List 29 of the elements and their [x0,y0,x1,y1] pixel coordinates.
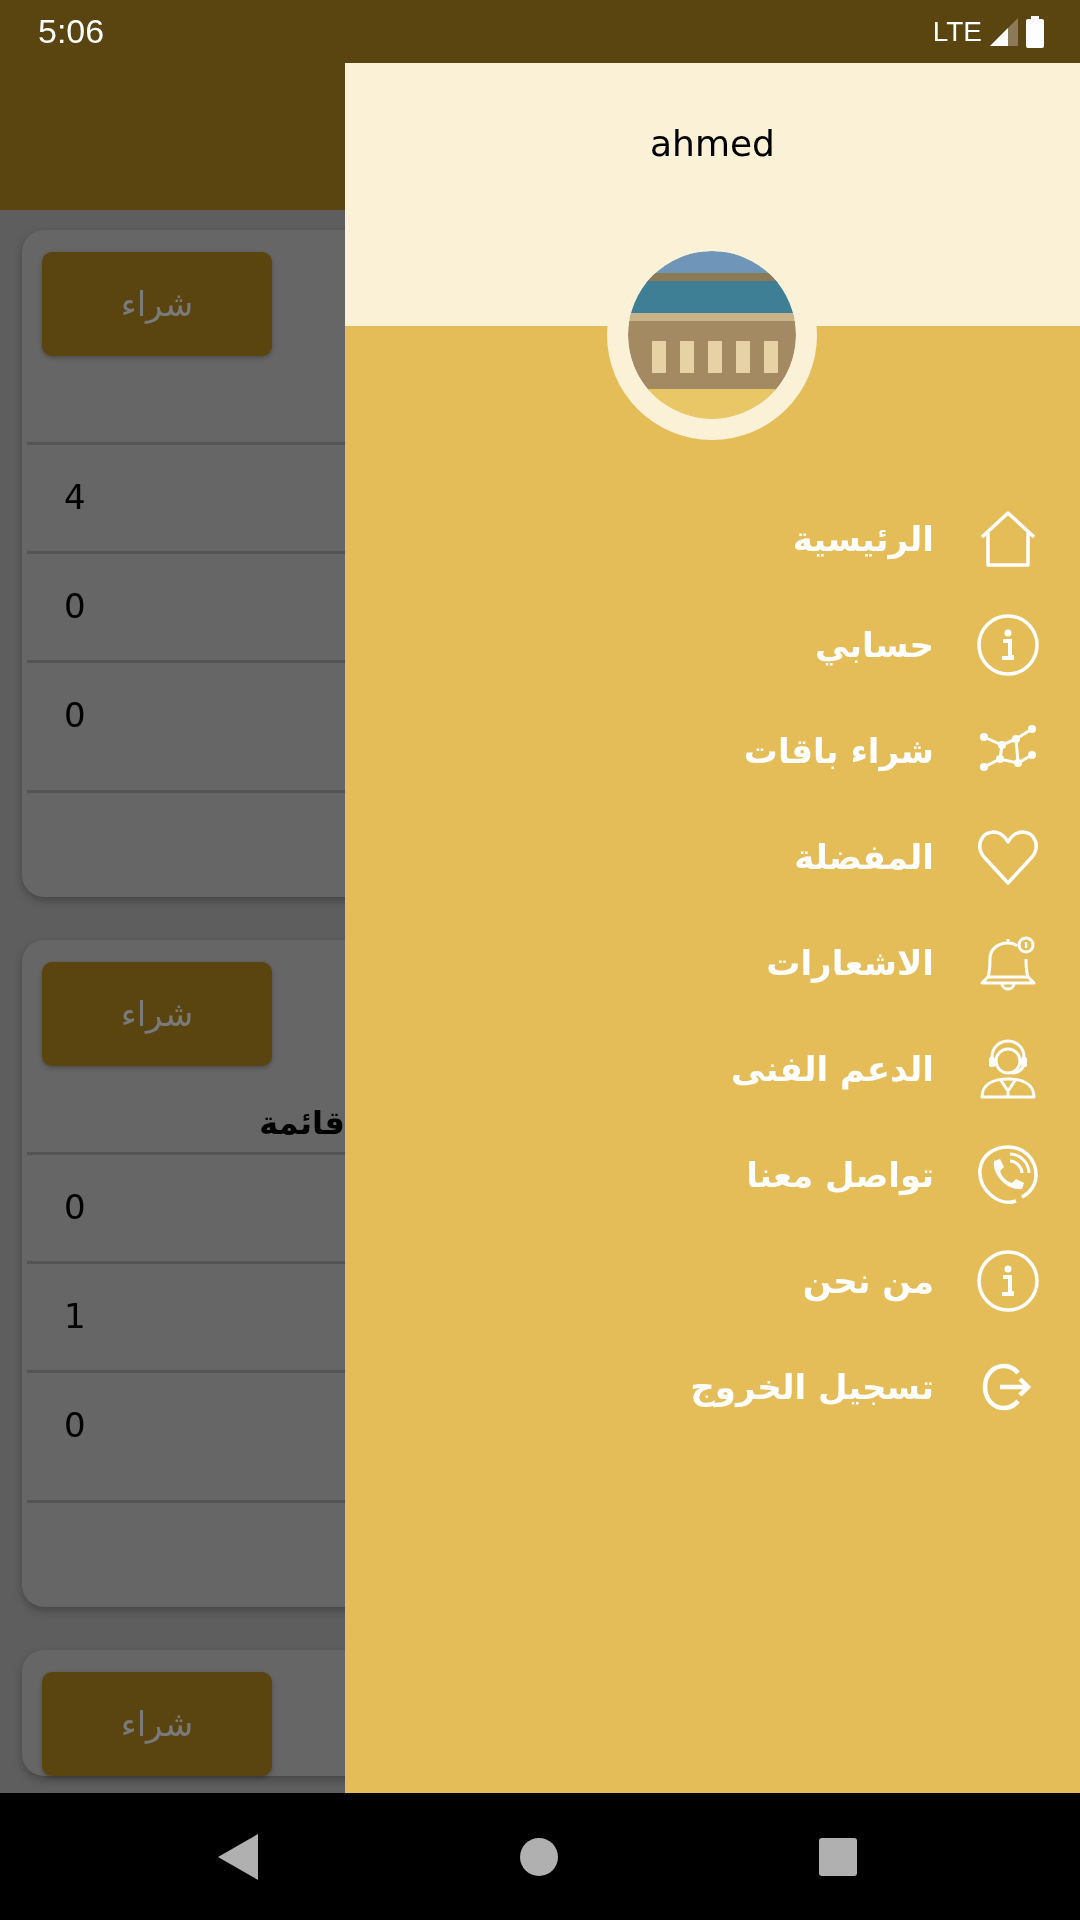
phone-icon [976,1143,1040,1207]
table-cell: 0 [64,695,86,735]
menu-item[interactable]: الاشعارات [345,910,1080,1016]
menu-item[interactable]: حسابي [345,592,1080,698]
user-name: ahmed [650,123,775,166]
network-label: LTE [932,15,982,48]
battery-icon [1026,15,1044,48]
menu-item[interactable]: الدعم الفنى [345,1016,1080,1122]
menu-item[interactable]: الرئيسية [345,486,1080,592]
card-title: قائمة [259,1104,345,1142]
back-icon[interactable] [218,1833,258,1880]
home-button-icon[interactable] [519,1837,558,1876]
menu-item[interactable]: المفضلة [345,804,1080,910]
menu-item[interactable]: من نحن [345,1228,1080,1334]
table-cell: 4 [64,477,86,517]
info-icon [976,1249,1040,1313]
table-cell: 1 [64,1296,86,1336]
buy-button[interactable]: شراء [42,962,272,1066]
menu-item[interactable]: تواصل معنا [345,1122,1080,1228]
status-time: 5:06 [38,12,105,51]
menu-item[interactable]: تسجيل الخروج [345,1334,1080,1440]
recents-icon[interactable] [819,1837,857,1876]
table-cell: 0 [64,1187,86,1227]
buy-button[interactable]: شراء [42,252,272,356]
info-icon [976,613,1040,677]
buy-button[interactable]: شراء [42,1672,272,1776]
menu-item[interactable]: شراء باقات [345,698,1080,804]
table-cell: 0 [64,586,86,626]
table-cell: 0 [64,1405,86,1445]
